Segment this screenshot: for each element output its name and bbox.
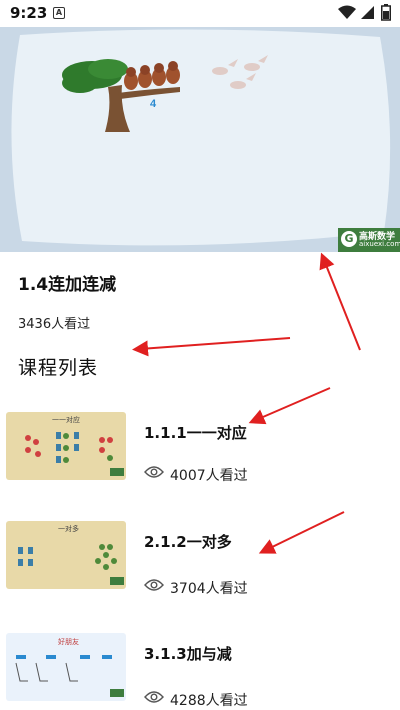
- video-frame: 4: [0, 27, 400, 252]
- lesson-title: 1.1.1一一对应: [144, 424, 247, 442]
- wifi-icon: [338, 5, 356, 19]
- course-view-count: 3436人看过: [18, 317, 91, 332]
- lesson-title: 3.1.3加与减: [144, 645, 232, 663]
- eye-icon: [144, 466, 164, 478]
- lesson-item[interactable]: 好朋友 3.1.3加与减 4288人看过: [0, 633, 400, 710]
- thumbnail-caption: 一对多: [58, 524, 79, 533]
- badge-number: 4: [150, 98, 157, 110]
- lesson-title: 2.1.2一对多: [144, 533, 232, 551]
- thumbnail-caption: 一一对应: [52, 415, 80, 424]
- lesson-item[interactable]: 一对多 2.1.2一对多 3704人看过: [0, 521, 400, 631]
- thumbnail-caption: 好朋友: [58, 637, 79, 646]
- lesson-item[interactable]: 一一对应 1.1.1一一对应 4007人看过: [0, 412, 400, 522]
- status-time: 9:23: [10, 4, 48, 22]
- course-list-heading: 课程列表: [18, 357, 99, 379]
- status-bar: 9:23 A: [0, 0, 400, 27]
- lesson-thumbnail[interactable]: 一一对应: [6, 412, 126, 480]
- watermark-url: aixuexi.com: [359, 240, 400, 248]
- arrow-to-list-heading: [132, 337, 291, 357]
- lesson-view-count: 4007人看过: [170, 468, 248, 484]
- lesson-view-count: 4288人看过: [170, 693, 248, 709]
- arrow-to-player: [319, 252, 361, 351]
- video-player[interactable]: 4 G 高斯数学 aixuexi.com: [0, 27, 400, 252]
- course-title: 1.4连加连减: [18, 275, 117, 295]
- eye-icon: [144, 579, 164, 591]
- notification-icon: A: [53, 7, 65, 19]
- watermark-badge: G 高斯数学 aixuexi.com: [338, 228, 400, 252]
- lesson-view-count: 3704人看过: [170, 581, 248, 597]
- battery-icon: [381, 4, 391, 21]
- watermark-logo: G: [341, 231, 357, 247]
- lesson-thumbnail[interactable]: 一对多: [6, 521, 126, 589]
- eye-icon: [144, 691, 164, 703]
- signal-icon: [361, 6, 374, 19]
- lesson-thumbnail[interactable]: 好朋友: [6, 633, 126, 701]
